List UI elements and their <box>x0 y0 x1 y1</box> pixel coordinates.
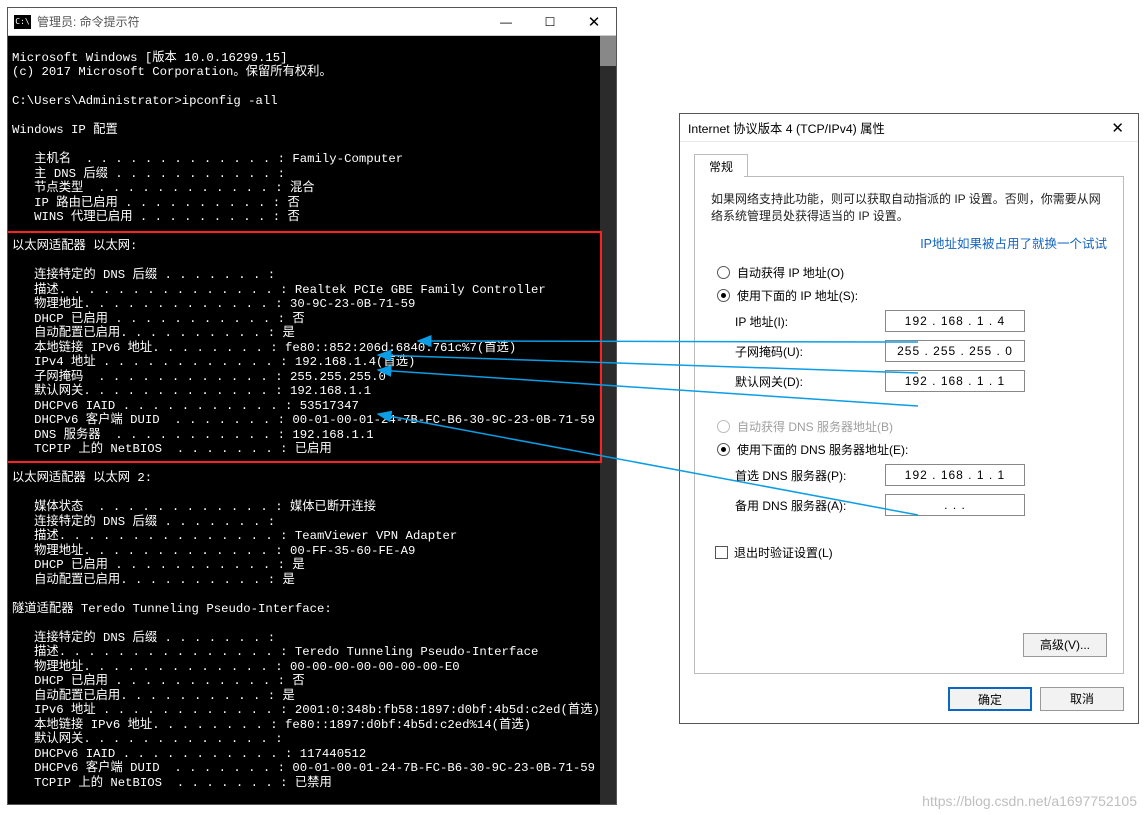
cmd-line: Windows IP 配置 <box>12 123 118 137</box>
radio-icon <box>717 266 730 279</box>
annotation-note: IP地址如果被占用了就换一个试试 <box>711 233 1107 252</box>
dialog-titlebar[interactable]: Internet 协议版本 4 (TCP/IPv4) 属性 ✕ <box>680 114 1138 142</box>
cmd-line: IP 路由已启用 . . . . . . . . . . : 否 <box>12 196 300 210</box>
radio-label: 自动获得 DNS 服务器地址(B) <box>737 418 893 435</box>
radio-label: 使用下面的 IP 地址(S): <box>737 287 858 304</box>
input-mask[interactable]: 255 . 255 . 255 . 0 <box>885 340 1025 362</box>
cmd-line: DHCP 已启用 . . . . . . . . . . . : 否 <box>12 312 305 326</box>
cmd-line: TCPIP 上的 NetBIOS . . . . . . . : 已禁用 <box>12 776 332 790</box>
radio-auto-dns: 自动获得 DNS 服务器地址(B) <box>717 418 1107 435</box>
cmd-line: 以太网适配器 以太网 2: <box>12 471 152 485</box>
cmd-line: DHCP 已启用 . . . . . . . . . . . : 是 <box>12 558 305 572</box>
minimize-button[interactable]: — <box>484 8 528 36</box>
dialog-title-text: Internet 协议版本 4 (TCP/IPv4) 属性 <box>688 119 1105 137</box>
cmd-line: 自动配置已启用. . . . . . . . . . : 是 <box>12 689 295 703</box>
cmd-line: IPv4 地址 . . . . . . . . . . . . : 192.16… <box>12 355 415 369</box>
cmd-line: 本地链接 IPv6 地址. . . . . . . . : fe80::852:… <box>12 341 516 355</box>
ok-button[interactable]: 确定 <box>948 687 1032 711</box>
maximize-button[interactable]: ☐ <box>528 8 572 36</box>
field-dns1: 首选 DNS 服务器(P): 192 . 168 . 1 . 1 <box>735 464 1107 486</box>
cmd-title-text: 管理员: 命令提示符 <box>37 13 484 30</box>
cmd-line: 描述. . . . . . . . . . . . . . . : Teredo… <box>12 645 538 659</box>
intro-text: 如果网络支持此功能，则可以获取自动指派的 IP 设置。否则，你需要从网络系统管理… <box>711 191 1107 225</box>
cmd-titlebar[interactable]: C:\ 管理员: 命令提示符 — ☐ ✕ <box>8 8 616 36</box>
scroll-thumb[interactable] <box>600 36 616 66</box>
label-gateway: 默认网关(D): <box>735 373 885 390</box>
label-mask: 子网掩码(U): <box>735 343 885 360</box>
cmd-line: 物理地址. . . . . . . . . . . . . : 30-9C-23… <box>12 297 415 311</box>
input-gateway[interactable]: 192 . 168 . 1 . 1 <box>885 370 1025 392</box>
advanced-button[interactable]: 高级(V)... <box>1023 633 1107 657</box>
radio-label: 自动获得 IP 地址(O) <box>737 264 844 281</box>
cmd-scrollbar[interactable] <box>600 36 616 804</box>
cmd-line: 连接特定的 DNS 后缀 . . . . . . . : <box>12 631 275 645</box>
cmd-line: 物理地址. . . . . . . . . . . . . : 00-00-00… <box>12 660 460 674</box>
cmd-icon: C:\ <box>14 15 31 29</box>
tab-general[interactable]: 常规 <box>694 154 748 176</box>
cmd-body[interactable]: Microsoft Windows [版本 10.0.16299.15] (c)… <box>8 36 616 804</box>
cmd-line: 描述. . . . . . . . . . . . . . . : Realte… <box>12 283 546 297</box>
cmd-line: 默认网关. . . . . . . . . . . . . : <box>12 732 283 746</box>
cmd-line: DNS 服务器 . . . . . . . . . . . : 192.168.… <box>12 428 374 442</box>
input-dns2[interactable]: . . . <box>885 494 1025 516</box>
cmd-line: WINS 代理已启用 . . . . . . . . . : 否 <box>12 210 300 224</box>
field-ip: IP 地址(I): 192 . 168 . 1 . 4 <box>735 310 1107 332</box>
dialog-footer: 确定 取消 <box>948 687 1124 711</box>
cmd-line: 子网掩码 . . . . . . . . . . . . : 255.255.2… <box>12 370 386 384</box>
cmd-line: Microsoft Windows [版本 10.0.16299.15] <box>12 51 288 65</box>
radio-static-ip[interactable]: 使用下面的 IP 地址(S): <box>717 287 1107 304</box>
cmd-line: 默认网关. . . . . . . . . . . . . : 192.168.… <box>12 384 371 398</box>
radio-icon <box>717 289 730 302</box>
cmd-line: (c) 2017 Microsoft Corporation。保留所有权利。 <box>12 65 332 79</box>
cmd-line: 自动配置已启用. . . . . . . . . . : 是 <box>12 326 295 340</box>
radio-label: 使用下面的 DNS 服务器地址(E): <box>737 441 908 458</box>
cmd-line: 自动配置已启用. . . . . . . . . . : 是 <box>12 573 295 587</box>
cmd-line: 隧道适配器 Teredo Tunneling Pseudo-Interface: <box>12 602 332 616</box>
cmd-line: 描述. . . . . . . . . . . . . . . : TeamVi… <box>12 529 457 543</box>
cmd-line: DHCPv6 客户端 DUID . . . . . . . : 00-01-00… <box>12 413 595 427</box>
field-gateway: 默认网关(D): 192 . 168 . 1 . 1 <box>735 370 1107 392</box>
radio-auto-ip[interactable]: 自动获得 IP 地址(O) <box>717 264 1107 281</box>
label-ip: IP 地址(I): <box>735 313 885 330</box>
cmd-line: 本地链接 IPv6 地址. . . . . . . . : fe80::1897… <box>12 718 531 732</box>
radio-icon <box>717 443 730 456</box>
field-mask: 子网掩码(U): 255 . 255 . 255 . 0 <box>735 340 1107 362</box>
label-dns1: 首选 DNS 服务器(P): <box>735 467 885 484</box>
cmd-window: C:\ 管理员: 命令提示符 — ☐ ✕ Microsoft Windows [… <box>7 7 617 805</box>
cmd-line: C:\Users\Administrator>ipconfig -all <box>12 94 278 108</box>
tab-strip: 常规 <box>694 154 1138 176</box>
field-dns2: 备用 DNS 服务器(A): . . . <box>735 494 1107 516</box>
cmd-line: DHCPv6 IAID . . . . . . . . . . . : 5351… <box>12 399 359 413</box>
cmd-line: DHCP 已启用 . . . . . . . . . . . : 否 <box>12 674 305 688</box>
cmd-line: TCPIP 上的 NetBIOS . . . . . . . : 已启用 <box>12 442 332 456</box>
checkbox-icon <box>715 546 728 559</box>
checkbox-validate[interactable]: 退出时验证设置(L) <box>715 544 1107 561</box>
tcpip-dialog: Internet 协议版本 4 (TCP/IPv4) 属性 ✕ 常规 如果网络支… <box>679 113 1139 724</box>
checkbox-label: 退出时验证设置(L) <box>734 544 833 561</box>
tab-pane: 如果网络支持此功能，则可以获取自动指派的 IP 设置。否则，你需要从网络系统管理… <box>694 176 1124 674</box>
cmd-line: DHCPv6 客户端 DUID . . . . . . . : 00-01-00… <box>12 761 595 775</box>
radio-icon <box>717 420 730 433</box>
label-dns2: 备用 DNS 服务器(A): <box>735 497 885 514</box>
radio-static-dns[interactable]: 使用下面的 DNS 服务器地址(E): <box>717 441 1107 458</box>
cmd-line: 媒体状态 . . . . . . . . . . . . : 媒体已断开连接 <box>12 500 376 514</box>
cmd-line: IPv6 地址 . . . . . . . . . . . . : 2001:0… <box>12 703 600 717</box>
cmd-line: 以太网适配器 以太网: <box>12 239 137 253</box>
cancel-button[interactable]: 取消 <box>1040 687 1124 711</box>
dialog-close-button[interactable]: ✕ <box>1105 119 1130 137</box>
cmd-line: 连接特定的 DNS 后缀 . . . . . . . : <box>12 268 275 282</box>
input-ip[interactable]: 192 . 168 . 1 . 4 <box>885 310 1025 332</box>
close-button[interactable]: ✕ <box>572 8 616 36</box>
cmd-line: 物理地址. . . . . . . . . . . . . : 00-FF-35… <box>12 544 415 558</box>
watermark: https://blog.csdn.net/a1697752105 <box>922 793 1137 809</box>
cmd-line: 主机名 . . . . . . . . . . . . . : Family-C… <box>12 152 403 166</box>
cmd-line: DHCPv6 IAID . . . . . . . . . . . : 1174… <box>12 747 366 761</box>
input-dns1[interactable]: 192 . 168 . 1 . 1 <box>885 464 1025 486</box>
cmd-line: 主 DNS 后缀 . . . . . . . . . . . : <box>12 167 285 181</box>
cmd-line: 连接特定的 DNS 后缀 . . . . . . . : <box>12 515 275 529</box>
cmd-line: 节点类型 . . . . . . . . . . . . : 混合 <box>12 181 315 195</box>
